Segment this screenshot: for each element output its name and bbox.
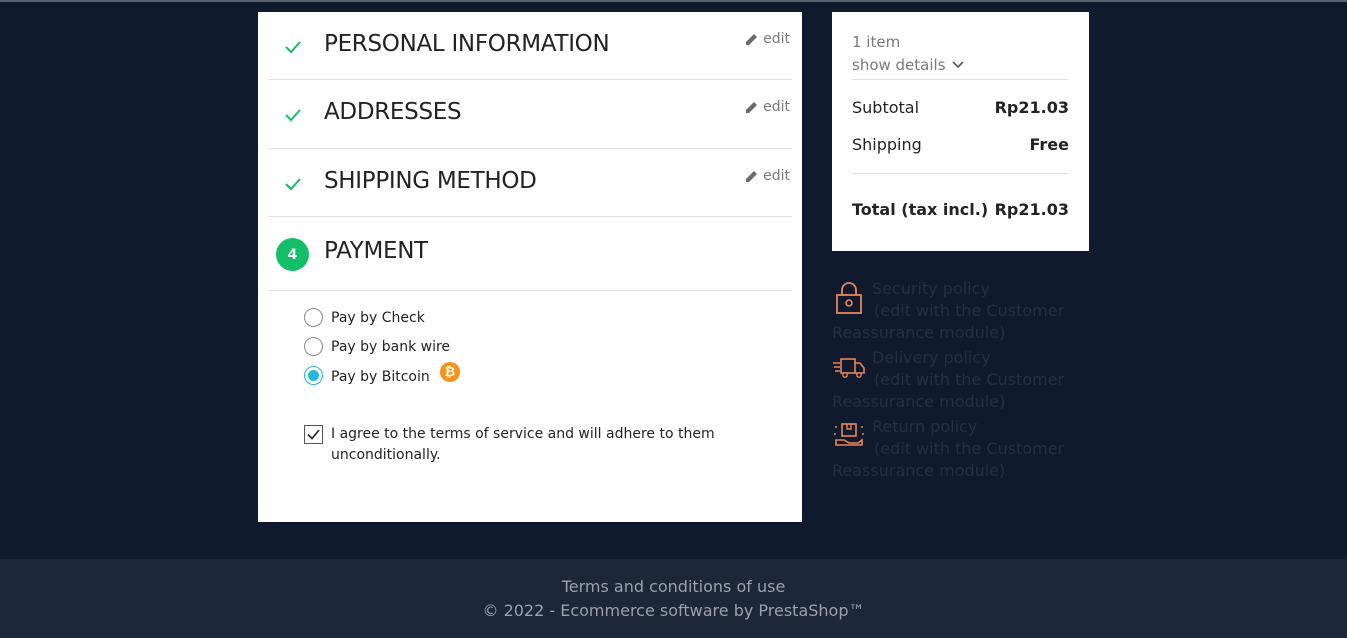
checkout-steps-panel: PERSONAL INFORMATION edit ADDRESSES edit… [258, 12, 802, 522]
checkmark-icon [285, 41, 301, 54]
checkmark-icon [285, 178, 301, 191]
edit-shipping-method-link[interactable]: edit [745, 168, 790, 184]
chevron-down-icon [951, 61, 964, 69]
items-count: 1 item [852, 33, 901, 51]
step-personal-information[interactable]: PERSONAL INFORMATION edit [268, 12, 792, 80]
bitcoin-icon: ₿ [439, 361, 460, 382]
total-row: Total (tax incl.) Rp21.03 [852, 200, 1069, 219]
step-title: PERSONAL INFORMATION [324, 31, 610, 57]
show-details-toggle[interactable]: show details [852, 56, 964, 74]
step-title: ADDRESSES [324, 99, 462, 125]
payment-option-bank-wire[interactable]: Pay by bank wire [304, 337, 450, 356]
reassurance-note: Reassurance module) [832, 392, 1006, 411]
terms-agreement: I agree to the terms of service and will… [304, 424, 724, 466]
payment-radio-check[interactable] [304, 308, 323, 327]
reassurance-title: Return policy [872, 417, 978, 436]
edit-label: edit [763, 31, 790, 47]
checkmark-icon [307, 429, 320, 440]
reassurance-note: (edit with the Customer [874, 301, 1065, 320]
reassurance-note: Reassurance module) [832, 323, 1006, 342]
reassurance-security: Security policy (edit with the Customer … [832, 278, 1072, 344]
total-label: Total (tax incl.) [852, 200, 989, 219]
reassurance-title: Security policy [872, 279, 990, 298]
step-payment: 4 PAYMENT [268, 217, 792, 291]
delivery-truck-icon [833, 358, 865, 378]
order-summary: 1 item show details Subtotal Rp21.03 Shi… [832, 12, 1089, 251]
shipping-label: Shipping [852, 135, 922, 154]
total-value: Rp21.03 [994, 200, 1069, 219]
page-footer: Terms and conditions of use © 2022 - Eco… [0, 559, 1347, 638]
subtotal-row: Subtotal Rp21.03 [852, 98, 1069, 117]
payment-radio-bank-wire[interactable] [304, 337, 323, 356]
checkmark-icon [285, 109, 301, 122]
terms-text-line1: I agree to the terms of service and will… [331, 426, 715, 442]
show-details-label: show details [852, 56, 946, 74]
edit-label: edit [763, 168, 790, 184]
reassurance-note: (edit with the Customer [874, 370, 1065, 389]
payment-radio-bitcoin[interactable] [304, 366, 323, 385]
payment-option-label: Pay by Bitcoin [331, 368, 430, 385]
terms-text-line2: unconditionally. [331, 447, 441, 463]
reassurance-note: Reassurance module) [832, 461, 1006, 480]
pencil-icon [746, 171, 758, 182]
payment-option-label: Pay by bank wire [331, 338, 451, 355]
subtotal-value: Rp21.03 [994, 98, 1069, 117]
subtotal-label: Subtotal [852, 98, 920, 117]
step-title: PAYMENT [324, 238, 428, 264]
pencil-icon [746, 34, 758, 45]
payment-option-label: Pay by Check [331, 309, 425, 326]
summary-divider [852, 79, 1069, 80]
return-package-icon [834, 423, 864, 446]
shipping-value: Free [1029, 135, 1070, 154]
step-title: SHIPPING METHOD [324, 168, 537, 194]
lock-icon [836, 282, 862, 314]
step-shipping-method[interactable]: SHIPPING METHOD edit [268, 149, 792, 217]
terms-text: I agree to the terms of service and will… [331, 424, 715, 466]
reassurance-title: Delivery policy [872, 348, 991, 367]
payment-option-bitcoin[interactable]: Pay by Bitcoin ₿ [304, 361, 460, 385]
payment-option-check[interactable]: Pay by Check [304, 308, 425, 327]
pencil-icon [746, 102, 758, 113]
summary-divider [852, 173, 1069, 174]
edit-addresses-link[interactable]: edit [745, 99, 790, 115]
edit-personal-information-link[interactable]: edit [745, 31, 790, 47]
step-addresses[interactable]: ADDRESSES edit [268, 80, 792, 149]
reassurance-delivery: Delivery policy (edit with the Customer … [832, 347, 1072, 413]
edit-label: edit [763, 99, 790, 115]
terms-and-conditions-link[interactable]: Terms and conditions of use [0, 577, 1347, 596]
reassurance-return: Return policy (edit with the Customer Re… [832, 416, 1072, 482]
step-number-badge: 4 [276, 238, 309, 271]
shipping-row: Shipping Free [852, 135, 1069, 154]
terms-checkbox[interactable] [304, 425, 323, 444]
top-border [0, 0, 1347, 2]
reassurance-note: (edit with the Customer [874, 439, 1065, 458]
copyright-text[interactable]: © 2022 - Ecommerce software by PrestaSho… [0, 601, 1347, 620]
